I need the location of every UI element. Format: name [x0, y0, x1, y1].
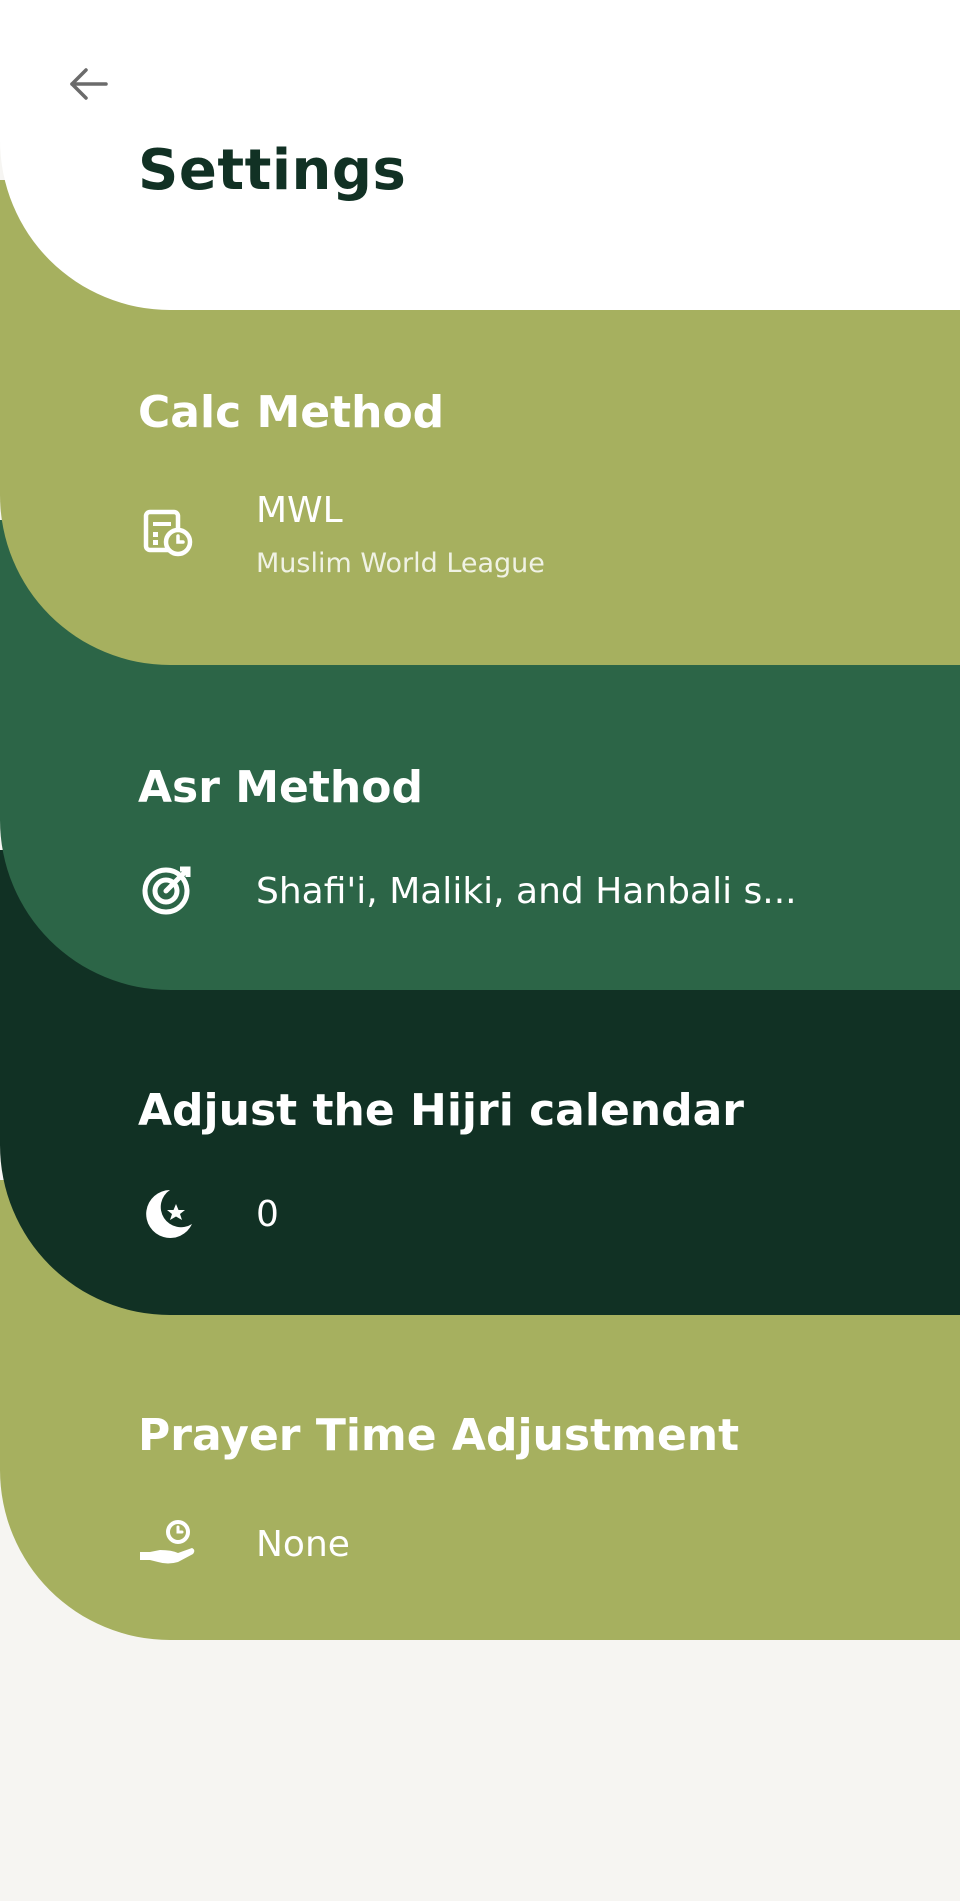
asr-method-title: Asr Method [138, 762, 423, 813]
hijri-calendar-title: Adjust the Hijri calendar [138, 1085, 745, 1136]
back-button[interactable] [60, 58, 116, 114]
hijri-calendar-row[interactable]: 0 [110, 1170, 920, 1260]
calc-method-row[interactable]: MWL Muslim World League [110, 480, 920, 590]
page-title: Settings [138, 138, 407, 203]
calc-method-title: Calc Method [138, 387, 445, 438]
prayer-adjustment-row[interactable]: None [110, 1500, 920, 1590]
target-icon [136, 857, 200, 921]
calc-method-value: MWL [256, 490, 343, 531]
header: Settings [0, 0, 960, 310]
prayer-adjustment-value: None [256, 1524, 350, 1565]
calendar-clock-icon [136, 500, 200, 564]
hijri-calendar-value: 0 [256, 1194, 279, 1235]
asr-method-value: Shafi'i, Maliki, and Hanbali s... [256, 871, 797, 912]
crescent-star-icon [136, 1182, 200, 1246]
arrow-left-icon [66, 62, 110, 110]
asr-method-row[interactable]: Shafi'i, Maliki, and Hanbali s... [110, 845, 920, 935]
hand-clock-icon [136, 1512, 200, 1576]
calc-method-subvalue: Muslim World League [256, 548, 545, 579]
prayer-adjustment-title: Prayer Time Adjustment [138, 1410, 740, 1461]
